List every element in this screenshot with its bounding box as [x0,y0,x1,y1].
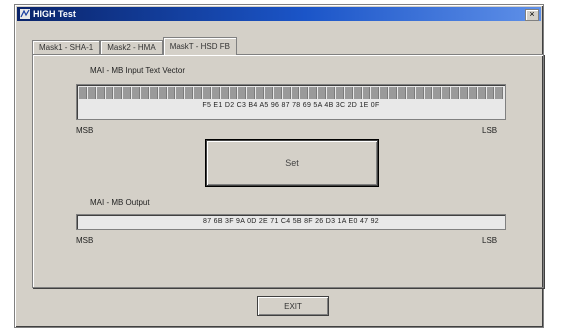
bit-cell [424,87,433,99]
bit-cell [247,87,256,99]
bit-cell [344,87,353,99]
output-vector-display: 87 6B 3F 9A 0D 2E 71 C4 5B 8F 26 D3 1A E… [76,214,506,230]
bit-cell [149,87,158,99]
output-hex-value: 87 6B 3F 9A 0D 2E 71 C4 5B 8F 26 D3 1A E… [203,218,379,225]
bit-cell [220,87,229,99]
bit-cell [397,87,406,99]
bit-cell [176,87,185,99]
bit-cell [265,87,273,99]
bit-cell [282,87,291,99]
bit-cell [158,87,167,99]
bit-cell [486,87,495,99]
bit-cell [273,87,282,99]
bit-cell [442,87,451,99]
output-section-label: MAI - MB Output [90,198,150,207]
bit-cell [238,87,247,99]
bit-cell [114,87,123,99]
set-button-label: Set [285,158,299,168]
bit-cell [300,87,309,99]
bit-cell [132,87,141,99]
bit-cell [371,87,380,99]
bit-cell [495,87,504,99]
tab-mask1-sha1[interactable]: Mask1 - SHA-1 [32,40,101,55]
bit-cell [87,87,96,99]
bit-cell [185,87,194,99]
bit-cell [79,87,87,99]
tab-maskt-hsd-fb[interactable]: MaskT - HSD FB [162,37,237,55]
bit-cell [327,87,335,99]
bit-cell [211,87,220,99]
close-icon: × [529,9,535,19]
input-msb-label: MSB [76,126,94,135]
bit-cell [203,87,211,99]
bit-cell [406,87,415,99]
bit-cell [335,87,344,99]
bit-cell [451,87,459,99]
bit-cell [194,87,203,99]
bit-cell [362,87,371,99]
input-lsb-label: LSB [482,126,498,135]
bit-cell [291,87,300,99]
tab-mask2-hma[interactable]: Mask2 - HMA [100,40,163,55]
exit-button-label: EXIT [284,301,302,311]
bit-cell [123,87,132,99]
bit-cell [318,87,327,99]
bit-cell [389,87,397,99]
app-icon [20,9,30,19]
bit-cell [380,87,389,99]
input-vector-display: F5 E1 D2 C3 B4 A5 96 87 78 69 5A 4B 3C 2… [76,84,506,120]
bit-cell [96,87,105,99]
output-lsb-label: LSB [482,236,498,245]
bit-cell [468,87,477,99]
bit-cell [105,87,114,99]
exit-button[interactable]: EXIT [257,296,329,316]
close-button[interactable]: × [525,9,539,21]
bit-cell [141,87,149,99]
input-bit-cells [79,87,504,99]
bit-cell [167,87,176,99]
bit-cell [433,87,442,99]
bit-cell [309,87,318,99]
input-hex-value: F5 E1 D2 C3 B4 A5 96 87 78 69 5A 4B 3C 2… [202,102,380,109]
input-section-label: MAI - MB Input Text Vector [90,66,185,75]
set-button[interactable]: Set [206,140,378,186]
tab-strip: Mask1 - SHA-1 Mask2 - HMA MaskT - HSD FB [32,37,237,55]
bit-cell [459,87,468,99]
bit-cell [477,87,486,99]
bit-cell [415,87,424,99]
title-bar[interactable]: HIGH Test × [17,7,541,21]
bit-cell [229,87,238,99]
bit-cell [256,87,265,99]
window-title: HIGH Test [33,9,76,19]
bit-cell [353,87,362,99]
output-msb-label: MSB [76,236,94,245]
